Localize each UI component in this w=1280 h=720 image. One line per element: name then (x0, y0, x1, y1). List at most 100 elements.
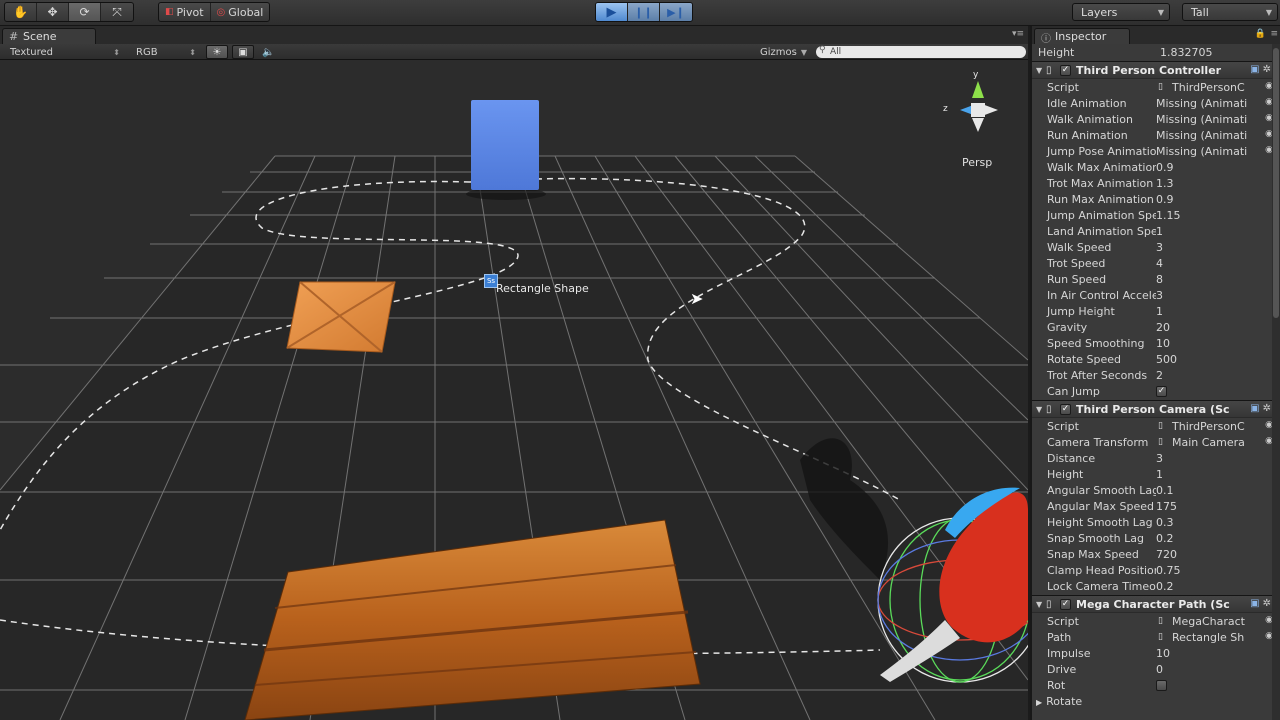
inspector-row[interactable]: Run Max Animation S 0.9 (1032, 191, 1274, 207)
inspector-row[interactable]: Jump Animation Spee 1.15 (1032, 207, 1274, 223)
global-button[interactable]: ◎ Global (211, 3, 270, 21)
field-checkbox[interactable]: ✓ (1156, 385, 1167, 397)
field-value[interactable]: 1.3 (1156, 177, 1274, 190)
field-value[interactable]: 1 (1156, 468, 1274, 481)
field-value[interactable]: 8 (1156, 273, 1274, 286)
inspector-row[interactable]: Height 1 (1032, 466, 1274, 482)
field-value[interactable]: 3 (1156, 241, 1274, 254)
field-value[interactable]: 20 (1156, 321, 1274, 334)
inspector-row[interactable]: Gravity 20 (1032, 319, 1274, 335)
field-value[interactable]: 500 (1156, 353, 1274, 366)
hand-icon[interactable]: ✋ (5, 3, 37, 21)
inspector-row[interactable]: In Air Control Accele 3 (1032, 287, 1274, 303)
gear-icon[interactable]: ✲ (1263, 64, 1271, 75)
field-value[interactable]: 0.2 (1156, 580, 1274, 593)
effects-toggle[interactable]: ▣ (232, 45, 254, 59)
inspector-row[interactable]: Distance 3 (1032, 450, 1274, 466)
inspector-row[interactable]: Snap Smooth Lag 0.2 (1032, 530, 1274, 546)
object-field[interactable]: ▯ ThirdPersonC (1156, 420, 1274, 433)
inspector-row[interactable]: Snap Max Speed 720 (1032, 546, 1274, 562)
inspector-row[interactable]: Drive 0 (1032, 661, 1274, 677)
audio-toggle[interactable]: 🔈 (262, 45, 280, 59)
field-value[interactable]: 0.9 (1156, 193, 1274, 206)
inspector-row[interactable]: Height 1.832705 (1032, 44, 1274, 60)
object-field[interactable]: Missing (Animati (1156, 97, 1274, 110)
perspective-label[interactable]: Persp (962, 156, 992, 169)
inspector-row[interactable]: Angular Max Speed 175 (1032, 498, 1274, 514)
foldout-arrow-icon[interactable]: ▼ (1032, 66, 1046, 75)
field-value[interactable]: 0.9 (1156, 161, 1274, 174)
lighting-toggle[interactable]: ☀ (206, 45, 228, 59)
help-book-icon[interactable]: ▣ (1250, 64, 1259, 75)
panel-menu-icon[interactable]: ▾≡ (1012, 29, 1024, 39)
object-field[interactable]: ▯ MegaCharact (1156, 615, 1274, 628)
object-field[interactable]: ▯ Main Camera (1156, 436, 1274, 449)
inspector-row[interactable]: Rotate Speed 500 (1032, 351, 1274, 367)
inspector-row[interactable]: Angular Smooth Lag 0.1 (1032, 482, 1274, 498)
component-header[interactable]: ▼ ▯ ✓ Mega Character Path (Sc ▣ ✲ (1032, 595, 1274, 613)
component-enabled-checkbox[interactable]: ✓ (1060, 64, 1071, 76)
inspector-row[interactable]: Lock Camera Timeou 0.2 (1032, 578, 1274, 594)
inspector-row[interactable]: Script ▯ MegaCharact ◉ (1032, 613, 1274, 629)
help-book-icon[interactable]: ▣ (1250, 598, 1259, 609)
inspector-row[interactable]: Height Smooth Lag 0.3 (1032, 514, 1274, 530)
object-field[interactable]: ▯ Rectangle Sh (1156, 631, 1274, 644)
object-field[interactable]: ▯ ThirdPersonC (1156, 81, 1274, 94)
component-header[interactable]: ▼ ▯ ✓ Third Person Controller ▣ ✲ (1032, 61, 1274, 79)
pause-button[interactable]: ❙❙ (628, 3, 660, 21)
inspector-row[interactable]: Impulse 10 (1032, 645, 1274, 661)
field-value[interactable]: 0.75 (1156, 564, 1274, 577)
foldout-arrow-icon[interactable]: ▼ (1032, 405, 1046, 414)
help-book-icon[interactable]: ▣ (1250, 403, 1259, 414)
field-value[interactable]: 0.2 (1156, 532, 1274, 545)
field-value[interactable]: 1.832705 (1156, 46, 1274, 59)
component-enabled-checkbox[interactable]: ✓ (1060, 598, 1071, 610)
color-mode-select[interactable]: RGB ⬍ (136, 45, 198, 59)
field-value[interactable]: 1 (1156, 225, 1274, 238)
field-value[interactable]: 10 (1156, 337, 1274, 350)
play-button[interactable]: ▶ (596, 3, 628, 21)
tab-scene[interactable]: # Scene (2, 28, 96, 44)
inspector-row[interactable]: Run Animation Missing (Animati ◉ (1032, 127, 1274, 143)
component-header[interactable]: ▼ ▯ ✓ Third Person Camera (Sc ▣ ✲ (1032, 400, 1274, 418)
inspector-row[interactable]: Trot After Seconds 2 (1032, 367, 1274, 383)
scale-icon[interactable]: ⤧ (101, 3, 133, 21)
field-value[interactable]: 10 (1156, 647, 1274, 660)
scene-viewport[interactable]: y z Persp Ss Rectangle Shape ➤ (0, 60, 1028, 720)
inspector-row[interactable]: Walk Max Animation 0.9 (1032, 159, 1274, 175)
field-value[interactable]: 720 (1156, 548, 1274, 561)
inspector-row[interactable]: Run Speed 8 (1032, 271, 1274, 287)
object-field[interactable]: Missing (Animati (1156, 145, 1274, 158)
lock-icon[interactable]: 🔒 (1255, 29, 1266, 39)
panel-menu-icon[interactable]: ≡ (1270, 29, 1278, 39)
inspector-row[interactable]: Script ▯ ThirdPersonC ◉ (1032, 79, 1274, 95)
inspector-scrollbar[interactable] (1272, 44, 1280, 720)
scene-canvas[interactable] (0, 60, 1028, 720)
object-field[interactable]: Missing (Animati (1156, 113, 1274, 126)
field-value[interactable]: 1 (1156, 305, 1274, 318)
render-mode-select[interactable]: Textured ⬍ (10, 45, 122, 59)
foldout-label[interactable]: ▶ Rotate (1032, 695, 1156, 708)
inspector-row[interactable]: Camera Transform ▯ Main Camera ◉ (1032, 434, 1274, 450)
field-value[interactable]: 1.15 (1156, 209, 1274, 222)
scrollbar-thumb[interactable] (1273, 48, 1279, 318)
gizmos-dropdown[interactable]: Gizmos ▼ (760, 45, 810, 59)
inspector-row[interactable]: Clamp Head Position 0.75 (1032, 562, 1274, 578)
inspector-row[interactable]: Trot Speed 4 (1032, 255, 1274, 271)
inspector-row[interactable]: Can Jump ✓ (1032, 383, 1274, 399)
inspector-row[interactable]: Rot (1032, 677, 1274, 693)
inspector-row[interactable]: Trot Max Animation S 1.3 (1032, 175, 1274, 191)
gear-icon[interactable]: ✲ (1263, 598, 1271, 609)
field-checkbox[interactable] (1156, 679, 1167, 691)
field-value[interactable]: 2 (1156, 369, 1274, 382)
inspector-row[interactable]: Jump Pose Animation Missing (Animati ◉ (1032, 143, 1274, 159)
layers-dropdown[interactable]: Layers ▼ (1072, 3, 1170, 21)
scene-search-input[interactable]: ⚲ All (816, 45, 1026, 58)
tab-inspector[interactable]: ⓘ Inspector (1034, 28, 1130, 45)
inspector-row[interactable]: Land Animation Spee 1 (1032, 223, 1274, 239)
foldout-arrow-icon[interactable]: ▼ (1032, 600, 1046, 609)
field-value[interactable]: 0 (1156, 663, 1274, 676)
field-value[interactable]: 175 (1156, 500, 1274, 513)
move-icon[interactable]: ✥ (37, 3, 69, 21)
rotate-icon[interactable]: ⟳ (69, 3, 101, 21)
